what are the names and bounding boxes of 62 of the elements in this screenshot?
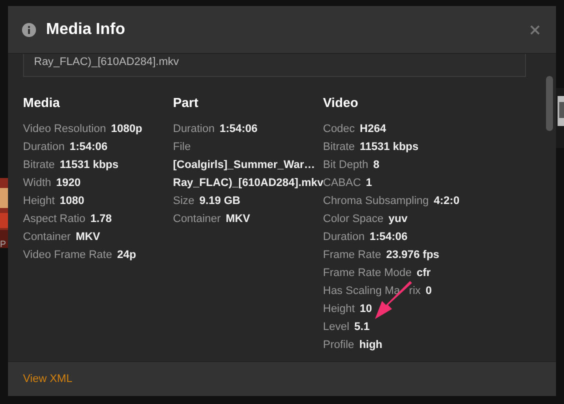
field-value: 1 bbox=[366, 177, 372, 189]
field-value: 1:54:06 bbox=[370, 231, 408, 243]
field-label: Video Frame Rate bbox=[23, 249, 112, 261]
field-value: cfr bbox=[416, 267, 431, 279]
field-label: Frame Rate bbox=[323, 249, 382, 261]
field-value: 4:2:0 bbox=[434, 195, 460, 207]
field-label: Color Space bbox=[323, 213, 384, 225]
field-value: H264 bbox=[360, 123, 386, 135]
field-value: 1080p bbox=[110, 123, 142, 135]
field-label: rix bbox=[409, 285, 421, 297]
field-value: 23.976 fps bbox=[386, 249, 440, 261]
field-label: Bitrate bbox=[23, 159, 55, 171]
field-label: File bbox=[173, 141, 191, 153]
field-label: Container bbox=[23, 231, 71, 243]
field-label: Chroma Subsampling bbox=[323, 195, 429, 207]
field-value: Ray_FLAC)_[610AD284].mkv bbox=[173, 177, 324, 189]
section-heading: Media bbox=[23, 95, 61, 110]
field-value: 1:54:06 bbox=[220, 123, 258, 135]
field-value: yuv bbox=[388, 213, 408, 225]
field-value: MKV bbox=[226, 213, 250, 225]
info-icon bbox=[22, 22, 36, 36]
field-label: CABAC bbox=[323, 177, 361, 189]
field-value: 9.19 GB bbox=[199, 195, 240, 207]
field-label: Duration bbox=[173, 123, 215, 135]
field-value: [Coalgirls]_Summer_War… bbox=[173, 159, 316, 171]
field-value: 1:54:06 bbox=[70, 141, 108, 153]
dialog-title: Media Info bbox=[46, 20, 126, 38]
poster-caption: P bbox=[0, 239, 6, 249]
field-label: Video Resolution bbox=[23, 123, 106, 135]
field-label: Height bbox=[323, 303, 355, 315]
field-label: Has Scaling Ma bbox=[323, 285, 400, 297]
field-value: 0 bbox=[426, 285, 432, 297]
section-heading: Video bbox=[323, 95, 360, 110]
field-value: MKV bbox=[76, 231, 100, 243]
field-label: Aspect Ratio bbox=[23, 213, 86, 225]
field-value: 8 bbox=[373, 159, 380, 171]
view-xml-link[interactable]: View XML bbox=[23, 373, 72, 385]
field-label: Duration bbox=[23, 141, 65, 153]
field-value: 5.1 bbox=[354, 321, 370, 333]
field-value: high bbox=[359, 339, 382, 351]
field-label: Size bbox=[173, 195, 194, 207]
file-path-text: Ray_FLAC)_[610AD284].mkv bbox=[34, 56, 179, 68]
field-value: 11531 kbps bbox=[60, 159, 119, 171]
field-label: Level bbox=[323, 321, 350, 333]
section-heading: Part bbox=[173, 95, 200, 110]
close-button[interactable] bbox=[528, 22, 542, 36]
field-label: Bitrate bbox=[323, 141, 355, 153]
field-value: 1080 bbox=[60, 195, 84, 207]
field-label: Codec bbox=[323, 123, 355, 135]
field-value: 1.78 bbox=[90, 213, 112, 225]
field-label: Width bbox=[23, 177, 52, 189]
field-value: 1920 bbox=[56, 177, 81, 189]
field-value: 10 bbox=[360, 303, 372, 315]
field-label: Duration bbox=[323, 231, 365, 243]
field-label: Container bbox=[173, 213, 221, 225]
field-label: Height bbox=[23, 195, 55, 207]
field-value: 24p bbox=[117, 249, 136, 261]
field-label: Profile bbox=[323, 339, 354, 351]
field-label: Bit Depth bbox=[323, 159, 368, 171]
field-label: Frame Rate Mode bbox=[323, 267, 412, 279]
field-value: 11531 kbps bbox=[360, 141, 419, 153]
scrollbar-thumb[interactable] bbox=[546, 76, 553, 131]
